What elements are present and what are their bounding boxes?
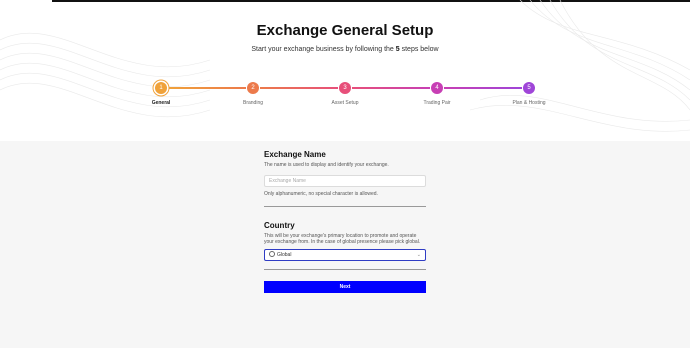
step-label: General xyxy=(151,100,171,106)
step-asset-setup[interactable]: 3 Asset Setup xyxy=(305,82,385,106)
step-label: Plan & Hosting xyxy=(512,100,546,106)
country-selected-value: Global xyxy=(277,252,292,258)
step-plan-hosting[interactable]: 5 Plan & Hosting xyxy=(489,82,569,106)
step-branding[interactable]: 2 Branding xyxy=(213,82,293,106)
step-number: 4 xyxy=(431,82,443,94)
globe-icon xyxy=(269,251,275,257)
exchange-name-heading: Exchange Name xyxy=(264,150,326,159)
exchange-name-placeholder: Exchange Name xyxy=(269,178,306,184)
exchange-name-description: The name is used to display and identify… xyxy=(264,162,389,168)
section-divider xyxy=(264,206,426,207)
exchange-name-hint: Only alphanumeric, no special character … xyxy=(264,191,378,197)
next-button[interactable]: Next xyxy=(264,281,426,293)
step-number: 3 xyxy=(339,82,351,94)
step-number: 2 xyxy=(247,82,259,94)
step-label: Branding xyxy=(242,100,263,106)
setup-form: Exchange Name The name is used to displa… xyxy=(264,150,426,270)
country-select[interactable]: Global ⌄ xyxy=(264,249,426,261)
step-label: Trading Pair xyxy=(423,100,451,106)
step-general[interactable]: 1 General xyxy=(121,82,201,106)
step-number: 1 xyxy=(155,82,167,94)
country-description: This will be your exchange's primary loc… xyxy=(264,233,421,245)
page-title: Exchange General Setup xyxy=(256,22,434,39)
step-number: 5 xyxy=(523,82,535,94)
section-divider xyxy=(264,269,426,270)
step-trading-pair[interactable]: 4 Trading Pair xyxy=(397,82,477,106)
country-heading: Country xyxy=(264,221,295,230)
step-label: Asset Setup xyxy=(331,100,359,106)
chevron-down-icon: ⌄ xyxy=(416,252,421,258)
page-subtitle: Start your exchange business by followin… xyxy=(251,46,439,53)
exchange-name-input[interactable]: Exchange Name xyxy=(264,175,426,187)
